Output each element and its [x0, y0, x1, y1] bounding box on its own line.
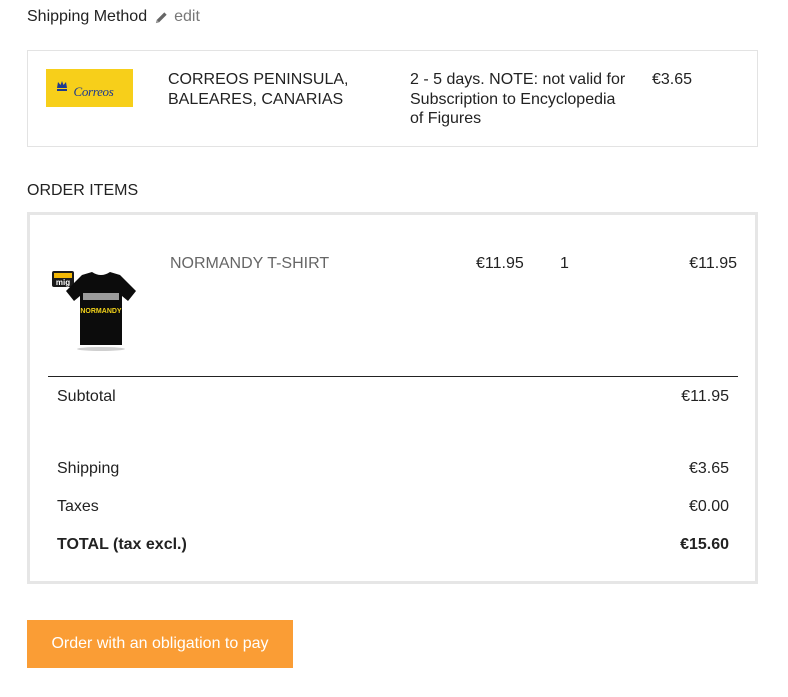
shipping-value: €3.65: [688, 460, 729, 477]
shipping-method-header: Shipping Method edit: [27, 7, 200, 27]
product-unit-price: €11.95: [476, 255, 524, 272]
subtotal-label: Subtotal: [57, 388, 116, 405]
carrier-name: CORREOS PENINSULA, BALEARES, CANARIAS: [168, 71, 349, 108]
crown-icon: [57, 81, 67, 91]
carrier-delay: 2 - 5 days. NOTE: not valid for Subscrip…: [410, 71, 626, 127]
product-image[interactable]: mig NORMANDY: [52, 263, 140, 353]
pencil-icon: [155, 11, 167, 23]
carrier-price: €3.65: [652, 71, 693, 88]
product-name[interactable]: NORMANDY T-SHIRT: [170, 255, 329, 273]
order-items-heading: ORDER ITEMS: [27, 182, 139, 199]
edit-label: edit: [174, 8, 200, 25]
carrier-logo-text: Correos: [73, 84, 114, 99]
summary-divider: [48, 376, 738, 377]
taxes-value: €0.00: [688, 498, 729, 515]
product-quantity: 1: [560, 255, 569, 272]
total-value: €15.60: [680, 536, 729, 553]
taxes-label: Taxes: [57, 498, 99, 515]
product-brand-badge: mig: [56, 278, 70, 287]
order-items-box: mig NORMANDY NORMANDY T-SHIRT €11.95 1 €…: [27, 212, 758, 584]
total-row: TOTAL (tax excl.) €15.60: [57, 536, 729, 554]
shipping-edit-link[interactable]: edit: [154, 8, 200, 26]
shipping-row: Shipping €3.65: [57, 460, 729, 478]
shipping-method-title: Shipping Method: [27, 8, 148, 25]
shipping-method-box: Correos CORREOS PENINSULA, BALEARES, CAN…: [27, 50, 758, 147]
order-pay-button[interactable]: Order with an obligation to pay: [27, 620, 293, 668]
taxes-row: Taxes €0.00: [57, 498, 729, 516]
total-label: TOTAL (tax excl.): [57, 536, 187, 553]
shipping-label: Shipping: [57, 460, 120, 477]
product-line-total: €11.95: [689, 255, 737, 272]
correos-logo: Correos: [46, 69, 133, 107]
subtotal-value: €11.95: [681, 388, 729, 405]
subtotal-row: Subtotal €11.95: [57, 388, 729, 406]
product-image-text: NORMANDY: [80, 308, 122, 315]
